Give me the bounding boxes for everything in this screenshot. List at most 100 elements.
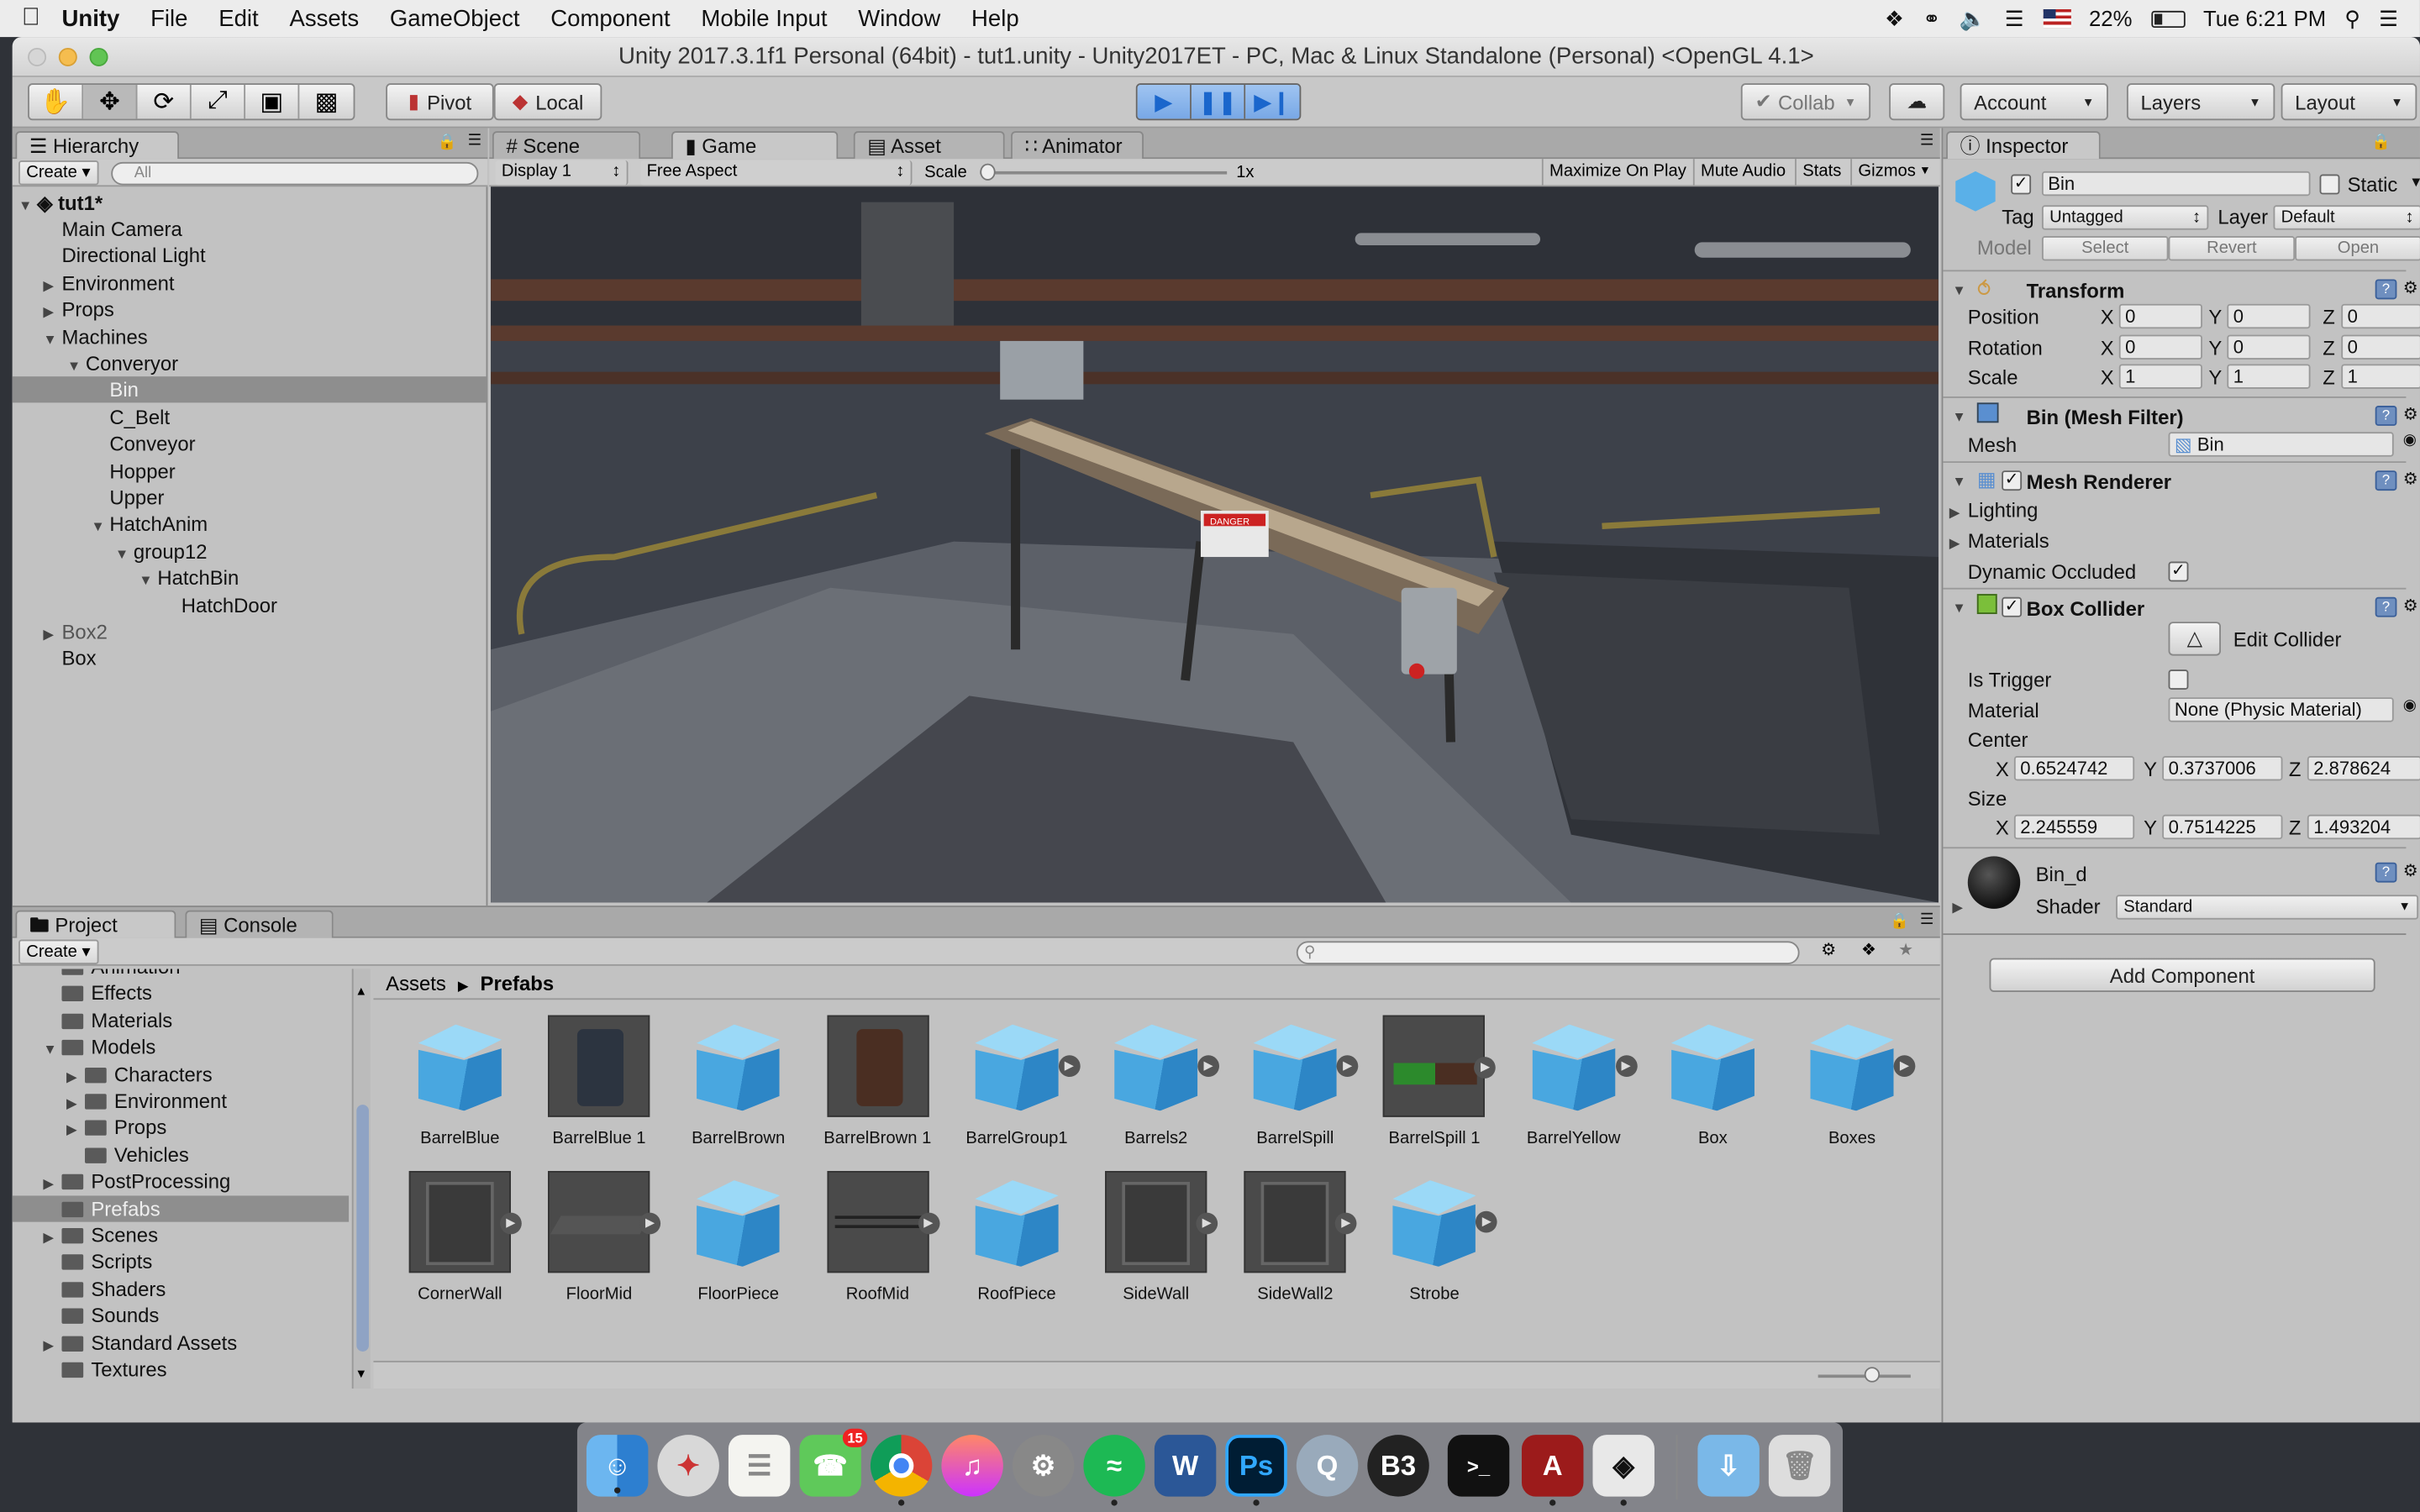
collapse-arrow-icon[interactable]: ▼ xyxy=(1952,282,1970,297)
battery-icon[interactable] xyxy=(2150,9,2185,28)
asset-item[interactable]: BarrelBrown 1 xyxy=(816,1015,939,1148)
gizmos-dropdown[interactable]: Gizmos xyxy=(1850,159,1922,186)
system-preferences-icon[interactable]: ⚙ xyxy=(1012,1435,1075,1497)
collab-dropdown[interactable]: ✔ Collab ▼ xyxy=(1740,83,1871,121)
expand-prefab-icon[interactable]: ▶ xyxy=(1058,1055,1081,1078)
scale-slider-thumb[interactable] xyxy=(980,163,996,181)
foldout-arrow-icon[interactable]: ▶ xyxy=(43,300,61,326)
is-trigger-checkbox[interactable] xyxy=(2168,669,2189,690)
tag-dropdown[interactable]: Untagged ↕ xyxy=(2041,205,2209,230)
gear-icon[interactable]: ⚙ xyxy=(2403,278,2418,297)
center-x-field[interactable]: 0.6524742 xyxy=(2013,755,2135,781)
project-folder-item[interactable]: ▶ PostProcessing xyxy=(13,1168,349,1194)
asset-item[interactable]: ▶ BarrelGroup1 xyxy=(955,1016,1081,1148)
hierarchy-item[interactable]: ▼ Machines xyxy=(13,323,488,349)
creative-cloud-icon[interactable]: ⚭ xyxy=(1923,5,1941,31)
project-create-dropdown[interactable]: Create ▾ xyxy=(18,939,99,964)
game-viewport[interactable]: DANGER xyxy=(491,186,1939,903)
gear-icon[interactable]: ⚙ xyxy=(2403,404,2418,424)
expand-prefab-icon[interactable]: ▶ xyxy=(500,1212,522,1235)
foldout-arrow-icon[interactable]: ▼ xyxy=(43,1037,61,1063)
menu-help[interactable]: Help xyxy=(971,5,1019,31)
pivot-toggle[interactable]: ▮ Pivot xyxy=(386,83,494,121)
itunes-icon[interactable]: ♫ xyxy=(941,1435,1003,1497)
rotate-tool-icon[interactable]: ⟳ xyxy=(137,85,192,119)
hierarchy-item[interactable]: Conveyor xyxy=(13,431,488,457)
asset-item[interactable]: ▶ BarrelYellow xyxy=(1512,1016,1637,1148)
hierarchy-item[interactable]: ▶ Props xyxy=(13,297,488,323)
expand-arrow-icon[interactable]: ▶ xyxy=(1952,900,1970,916)
hierarchy-item[interactable]: ▶ Box2 xyxy=(13,619,488,645)
b3-icon[interactable]: B3 xyxy=(1367,1435,1429,1497)
collapse-arrow-icon[interactable]: ▼ xyxy=(1952,474,1970,489)
menu-window[interactable]: Window xyxy=(858,5,940,31)
lighting-foldout[interactable]: ▶ Lighting xyxy=(1949,498,2039,522)
asset-item[interactable]: ▶ RoofMid xyxy=(816,1171,939,1304)
expand-prefab-icon[interactable]: ▶ xyxy=(1336,1055,1359,1078)
hierarchy-create-dropdown[interactable]: Create ▾ xyxy=(18,160,99,186)
project-folder-item[interactable]: Effects xyxy=(13,980,349,1006)
static-chevron-icon[interactable]: ▼ xyxy=(2409,175,2420,190)
filter-type-icon[interactable]: ⚙ xyxy=(1821,940,1836,959)
project-folder-item[interactable]: Shaders xyxy=(13,1276,349,1302)
breadcrumb-prefabs[interactable]: Prefabs xyxy=(481,972,555,995)
word-icon[interactable]: W xyxy=(1154,1435,1217,1497)
menu-assets[interactable]: Assets xyxy=(289,5,359,31)
gear-icon[interactable]: ⚙ xyxy=(2403,469,2418,489)
project-folder-item[interactable]: Textures xyxy=(13,1356,349,1382)
hierarchy-item[interactable]: Main Camera xyxy=(13,216,488,242)
project-folder-item[interactable]: ▼ Models xyxy=(13,1034,349,1060)
project-folder-item[interactable]: Materials xyxy=(13,1007,349,1033)
expand-prefab-icon[interactable]: ▶ xyxy=(918,1212,939,1235)
hierarchy-search-input[interactable]: All xyxy=(111,161,479,186)
tab-scene[interactable]: # Scene xyxy=(492,131,641,160)
gear-icon[interactable]: ⚙ xyxy=(2403,861,2418,881)
add-component-button[interactable]: Add Component xyxy=(1989,958,2375,992)
menu-mobile-input[interactable]: Mobile Input xyxy=(701,5,827,31)
size-x-field[interactable]: 2.245559 xyxy=(2013,814,2135,840)
foldout-arrow-icon[interactable]: ▶ xyxy=(43,622,61,648)
hierarchy-item[interactable]: Hopper xyxy=(13,458,488,484)
hierarchy-item[interactable]: ▼ group12 xyxy=(13,538,488,564)
safari-icon[interactable]: ✦ xyxy=(657,1435,719,1497)
account-dropdown[interactable]: Account ▼ xyxy=(1960,83,2108,121)
transform-x-field[interactable]: 0 xyxy=(2118,333,2202,360)
hierarchy-item[interactable]: Upper xyxy=(13,485,488,511)
shader-dropdown[interactable]: Standard ▼ xyxy=(2116,895,2419,920)
foldout-arrow-icon[interactable]: ▼ xyxy=(91,514,109,540)
transform-x-field[interactable]: 0 xyxy=(2118,303,2202,329)
help-icon[interactable]: ? xyxy=(2375,279,2397,300)
tab-project[interactable]: 🖿 Project xyxy=(15,910,176,938)
expand-prefab-icon[interactable]: ▶ xyxy=(1893,1055,1916,1078)
layout-dropdown[interactable]: Layout ▼ xyxy=(2281,83,2417,121)
zoom-button[interactable] xyxy=(89,47,108,66)
project-folder-item[interactable]: Sounds xyxy=(13,1303,349,1329)
project-search-input[interactable]: ⚲ xyxy=(1296,941,1800,964)
expand-prefab-icon[interactable]: ▶ xyxy=(1197,1055,1219,1078)
expand-prefab-icon[interactable]: ▶ xyxy=(1615,1055,1637,1078)
static-checkbox[interactable] xyxy=(2319,174,2340,195)
transform-y-field[interactable]: 1 xyxy=(2227,364,2311,389)
center-y-field[interactable]: 0.3737006 xyxy=(2162,755,2283,781)
transform-z-field[interactable]: 1 xyxy=(2341,364,2420,389)
layers-dropdown[interactable]: Layers ▼ xyxy=(2126,83,2275,121)
physic-material-field[interactable]: None (Physic Material) xyxy=(2168,697,2394,722)
foldout-arrow-icon[interactable]: ▼ xyxy=(67,354,86,380)
scroll-up-icon[interactable]: ▲ xyxy=(355,984,367,999)
dynamic-occluded-checkbox[interactable]: ✓ xyxy=(2168,561,2189,582)
notes-icon[interactable]: ☰ xyxy=(728,1435,791,1497)
us-flag-icon[interactable] xyxy=(2042,9,2070,29)
dropbox-icon[interactable]: ❖ xyxy=(1885,5,1904,31)
notification-center-icon[interactable]: ☰ xyxy=(2379,5,2398,31)
size-y-field[interactable]: 0.7514225 xyxy=(2162,814,2283,840)
photoshop-icon[interactable]: Ps xyxy=(1225,1435,1287,1506)
finder-icon[interactable]: ☺ xyxy=(586,1435,649,1497)
wifi-icon[interactable]: ☰ xyxy=(2005,5,2024,31)
transform-x-field[interactable]: 1 xyxy=(2118,364,2202,389)
transform-z-field[interactable]: 0 xyxy=(2341,303,2420,329)
tab-game[interactable]: ▮ Game xyxy=(671,131,839,160)
tab-animator[interactable]: ∷ Animator xyxy=(1011,131,1144,160)
help-icon[interactable]: ? xyxy=(2375,596,2397,617)
asset-item[interactable]: Box xyxy=(1651,1016,1775,1148)
foldout-arrow-icon[interactable]: ▼ xyxy=(43,327,61,353)
